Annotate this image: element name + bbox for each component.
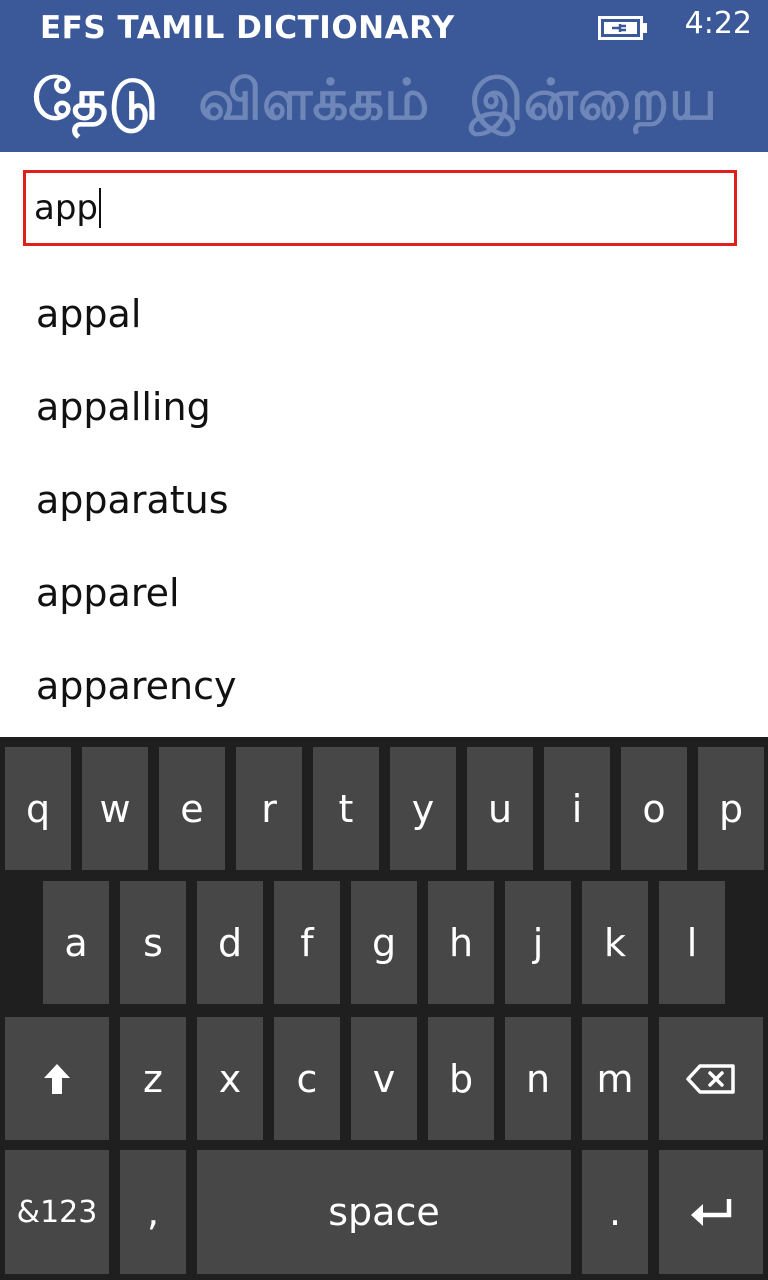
key-h[interactable]: h xyxy=(428,881,494,1004)
key-a[interactable]: a xyxy=(43,881,109,1004)
key-i[interactable]: i xyxy=(544,747,610,870)
status-clock: 4:22 xyxy=(684,6,752,41)
key-v[interactable]: v xyxy=(351,1017,417,1140)
key-q[interactable]: q xyxy=(5,747,71,870)
app-root: EFS TAMIL DICTIONARY 4:22 தேடு விளக்கம் … xyxy=(0,0,768,1280)
key-d[interactable]: d xyxy=(197,881,263,1004)
key-s[interactable]: s xyxy=(120,881,186,1004)
tab-search[interactable]: தேடு xyxy=(32,52,158,148)
search-input-value: app xyxy=(34,188,98,228)
pivot-tabs: தேடு விளக்கம் இன்றைய xyxy=(32,52,757,148)
key-t[interactable]: t xyxy=(313,747,379,870)
key-g[interactable]: g xyxy=(351,881,417,1004)
key-e[interactable]: e xyxy=(159,747,225,870)
suggestion-item[interactable]: apparel xyxy=(0,547,768,640)
key-r[interactable]: r xyxy=(236,747,302,870)
suggestion-item[interactable]: appalling xyxy=(0,361,768,454)
key-y[interactable]: y xyxy=(390,747,456,870)
shift-key[interactable] xyxy=(5,1017,109,1140)
backspace-key[interactable] xyxy=(659,1017,763,1140)
key-z[interactable]: z xyxy=(120,1017,186,1140)
symbols-key[interactable]: &123 xyxy=(5,1150,109,1274)
key-o[interactable]: o xyxy=(621,747,687,870)
key-u[interactable]: u xyxy=(467,747,533,870)
key-x[interactable]: x xyxy=(197,1017,263,1140)
text-caret xyxy=(99,188,101,228)
shift-arrow-icon xyxy=(44,1063,70,1094)
key-f[interactable]: f xyxy=(274,881,340,1004)
key-j[interactable]: j xyxy=(505,881,571,1004)
key-l[interactable]: l xyxy=(659,881,725,1004)
key-b[interactable]: b xyxy=(428,1017,494,1140)
battery-charging-icon xyxy=(598,16,650,40)
key-comma[interactable]: , xyxy=(120,1150,186,1274)
key-p[interactable]: p xyxy=(698,747,764,870)
suggestion-item[interactable]: apparatus xyxy=(0,454,768,547)
key-w[interactable]: w xyxy=(82,747,148,870)
key-m[interactable]: m xyxy=(582,1017,648,1140)
suggestion-item[interactable]: apparency xyxy=(0,640,768,733)
key-period[interactable]: . xyxy=(582,1150,648,1274)
key-k[interactable]: k xyxy=(582,881,648,1004)
space-key[interactable]: space xyxy=(197,1150,571,1274)
soft-keyboard: q w e r t y u i o p a s d f g h j k l z … xyxy=(0,737,768,1280)
search-input[interactable]: app xyxy=(23,170,737,246)
app-header: EFS TAMIL DICTIONARY 4:22 தேடு விளக்கம் … xyxy=(0,0,768,152)
app-title: EFS TAMIL DICTIONARY xyxy=(40,10,455,46)
key-c[interactable]: c xyxy=(274,1017,340,1140)
suggestion-item[interactable]: appal xyxy=(0,268,768,361)
tab-definition[interactable]: விளக்கம் xyxy=(198,52,429,148)
backspace-icon xyxy=(686,1063,735,1094)
enter-key[interactable] xyxy=(659,1150,763,1274)
key-n[interactable]: n xyxy=(505,1017,571,1140)
enter-icon xyxy=(691,1199,732,1226)
tab-today[interactable]: இன்றைய xyxy=(469,52,717,148)
suggestion-list: appal appalling apparatus apparel appare… xyxy=(0,268,768,733)
